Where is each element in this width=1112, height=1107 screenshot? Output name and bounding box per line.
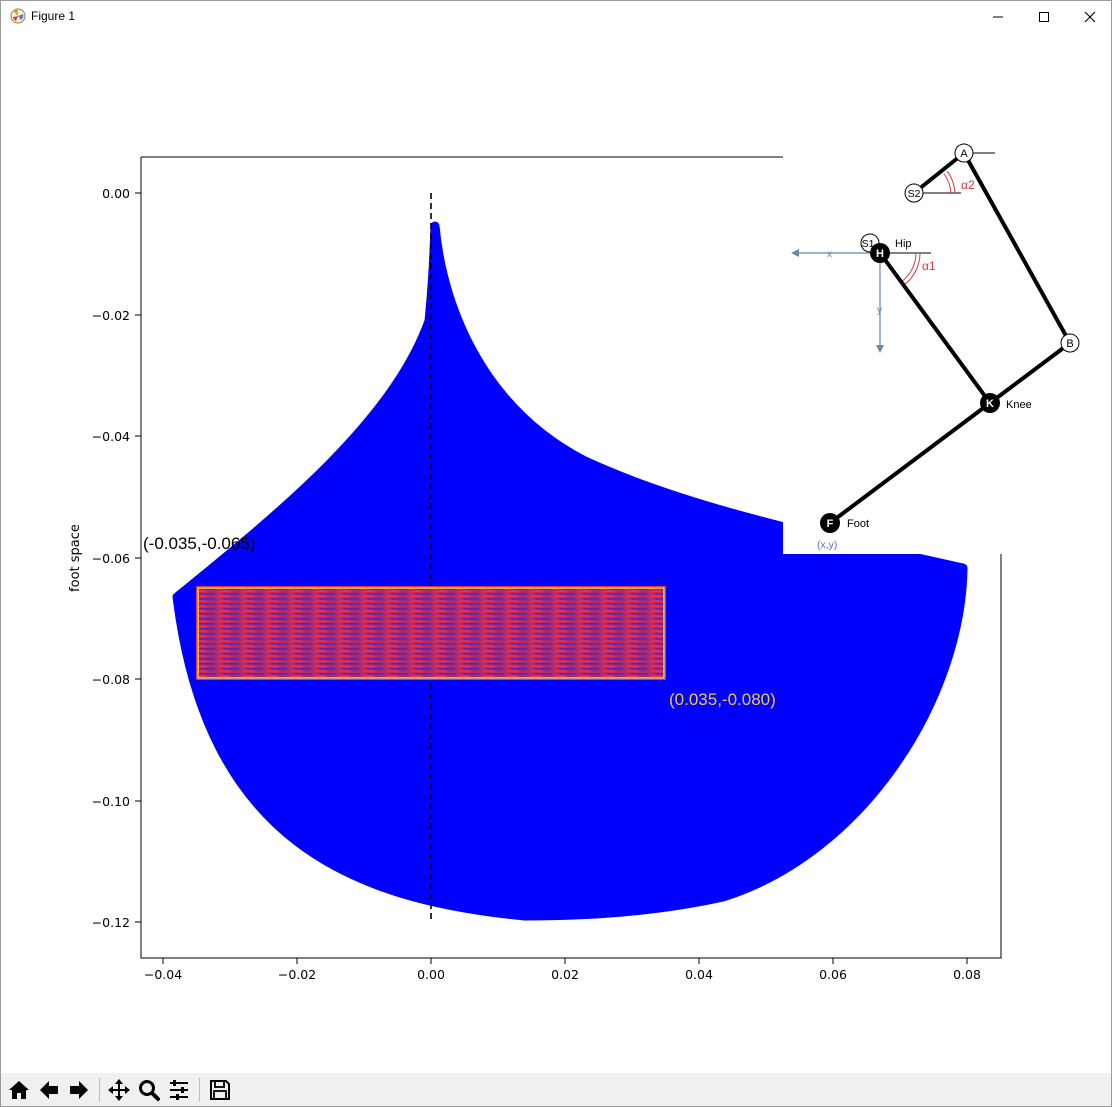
joint-foot-text: F: [827, 518, 834, 530]
annotation-bottom-right: (0.035,-0.080): [669, 690, 776, 709]
save-floppy-icon: [210, 1080, 230, 1100]
toolbar-separator: [199, 1078, 200, 1102]
toolbar-separator: [99, 1078, 100, 1102]
forward-arrow-icon: [70, 1081, 88, 1099]
y-axis-text: y: [877, 305, 882, 316]
knee-label: Knee: [1006, 399, 1032, 411]
home-icon: [9, 1081, 29, 1099]
x-tick-label: 0.00: [417, 967, 445, 982]
foot-coordinate-label: (x,y): [817, 539, 837, 551]
target-rectangle[interactable]: [197, 587, 665, 679]
minimize-button[interactable]: [975, 1, 1021, 32]
alpha1-label: α1: [922, 259, 936, 273]
x-axis: −0.04 −0.02 0.00 0.02 0.04 0.06 0.08: [144, 958, 981, 982]
save-button[interactable]: [206, 1076, 234, 1104]
y-tick-label: −0.10: [92, 794, 130, 809]
x-tick-label: 0.08: [953, 967, 981, 982]
x-tick-label: 0.04: [685, 967, 713, 982]
y-axis: 0.00 −0.02 −0.04 −0.06 −0.08 −0.10 −0.12: [92, 186, 141, 930]
y-tick-label: −0.06: [92, 551, 130, 566]
x-tick-label: −0.04: [144, 967, 182, 982]
y-tick-label: −0.04: [92, 429, 130, 444]
close-icon: [1084, 11, 1096, 22]
pan-move-icon: [108, 1079, 130, 1101]
configure-subplots-button[interactable]: [165, 1076, 193, 1104]
close-button[interactable]: [1067, 1, 1112, 32]
maximize-button[interactable]: [1021, 1, 1067, 32]
figure-canvas[interactable]: (-0.035,-0.065) (0.035,-0.080) 0.00 −0.0…: [1, 32, 1111, 1072]
y-tick-label: −0.08: [92, 672, 130, 687]
alpha2-label: α2: [961, 178, 975, 192]
minimize-icon: [993, 16, 1003, 17]
navigation-toolbar: [1, 1073, 1111, 1106]
zoom-button[interactable]: [135, 1076, 163, 1104]
back-arrow-icon: [40, 1081, 58, 1099]
forward-button[interactable]: [65, 1076, 93, 1104]
joint-hip-text: H: [876, 248, 884, 260]
annotation-top-left: (-0.035,-0.065): [143, 534, 255, 553]
joint-knee-text: K: [986, 398, 994, 410]
joint-s2-text: S2: [908, 188, 921, 200]
window-title: Figure 1: [31, 9, 76, 23]
y-tick-label: 0.00: [102, 186, 130, 201]
home-button[interactable]: [5, 1076, 33, 1104]
y-tick-label: −0.12: [92, 915, 130, 930]
matplotlib-app-icon: [10, 8, 26, 24]
figure-window: Figure 1 (-0.035,-0.065) (0.035,-0.080) …: [0, 0, 1112, 1107]
pan-button[interactable]: [105, 1076, 133, 1104]
back-button[interactable]: [35, 1076, 63, 1104]
x-tick-label: −0.02: [278, 967, 316, 982]
y-axis-label: foot space: [68, 524, 83, 592]
zoom-magnifier-icon: [139, 1080, 160, 1101]
x-tick-label: 0.06: [819, 967, 847, 982]
x-axis-text: x: [827, 249, 832, 260]
joint-a-text: A: [960, 148, 968, 160]
y-tick-label: −0.02: [92, 308, 130, 323]
leg-diagram: x y α1 α2 A S2 S1 B H Hip K Knee F Foot …: [783, 126, 1103, 554]
hip-label: Hip: [895, 238, 912, 250]
sliders-icon: [170, 1080, 188, 1100]
title-bar[interactable]: Figure 1: [1, 1, 1111, 32]
joint-b-text: B: [1066, 338, 1073, 350]
maximize-icon: [1039, 11, 1049, 22]
x-tick-label: 0.02: [551, 967, 579, 982]
foot-label: Foot: [847, 518, 869, 530]
